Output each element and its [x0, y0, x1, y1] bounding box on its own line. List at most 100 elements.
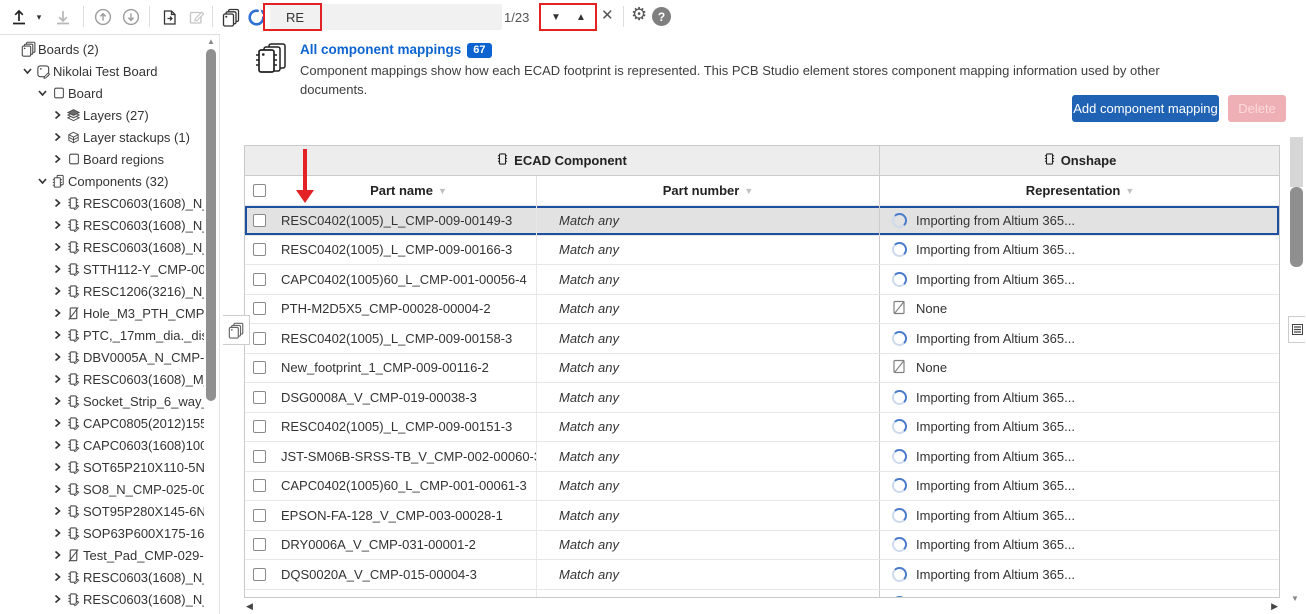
row-checkbox[interactable] [253, 538, 266, 551]
chevron-right-icon[interactable] [50, 308, 64, 318]
chevron-right-icon[interactable] [50, 528, 64, 538]
select-all-checkbox[interactable] [253, 184, 266, 197]
chevron-right-icon[interactable] [50, 264, 64, 274]
table-row[interactable]: RESC0402(1005)_L_CMP-009-00151-3 Match a… [245, 412, 1279, 442]
table-row[interactable]: CAPC0402(1005)60_L_CMP-001-00061-3 Match… [245, 471, 1279, 501]
column-header-part-name[interactable]: Part name ▼ [281, 176, 536, 205]
chevron-right-icon[interactable] [50, 242, 64, 252]
scroll-right-arrow[interactable]: ▶ [1271, 601, 1278, 612]
scroll-down-arrow[interactable]: ▼ [1291, 594, 1299, 603]
tree-item[interactable]: SO8_N_CMP-025-000... [0, 478, 204, 500]
sidebar-scrollbar-up-arrow[interactable]: ▲ [204, 37, 218, 46]
row-checkbox[interactable] [253, 420, 266, 433]
upload-icon[interactable] [8, 7, 30, 27]
chevron-right-icon[interactable] [50, 154, 64, 164]
tree-item[interactable]: RESC0603(1608)_M_C... [0, 368, 204, 390]
tree-item[interactable]: Hole_M3_PTH_CMP-0... [0, 302, 204, 324]
tree-item[interactable]: Layers (27) [0, 104, 204, 126]
tree-item[interactable]: RESC0603(1608)_N_C... [0, 588, 204, 610]
row-checkbox[interactable] [253, 568, 266, 581]
chevron-right-icon[interactable] [50, 374, 64, 384]
copy-icon[interactable] [158, 7, 180, 27]
horizontal-scrollbar[interactable]: ◀ ▶ [244, 599, 1280, 613]
vertical-scrollbar-track[interactable] [1290, 137, 1303, 187]
chevron-down-icon[interactable] [20, 66, 34, 76]
chevron-right-icon[interactable] [50, 572, 64, 582]
tree-item[interactable]: Socket_Strip_6_way_(... [0, 390, 204, 412]
row-checkbox[interactable] [253, 479, 266, 492]
chevron-right-icon[interactable] [50, 484, 64, 494]
vertical-scrollbar-thumb[interactable] [1290, 187, 1303, 267]
chevron-right-icon[interactable] [50, 286, 64, 296]
chevron-right-icon[interactable] [50, 418, 64, 428]
tree-item[interactable]: CAPC0603(1608)100_... [0, 434, 204, 456]
row-checkbox[interactable] [253, 332, 266, 345]
table-row[interactable]: PTH-M2D5X5_CMP-00028-00004-2 Match any N… [245, 294, 1279, 324]
row-checkbox[interactable] [253, 597, 266, 598]
chevron-down-icon[interactable] [35, 176, 49, 186]
dropdown-caret-icon[interactable]: ▾ [33, 7, 45, 27]
table-row[interactable]: JST-SM06B-SRSS-TB_V_CMP-002-00060-3 Matc… [245, 441, 1279, 471]
gear-icon[interactable]: ⚙ [631, 4, 647, 25]
promote-up-icon[interactable] [92, 7, 114, 27]
row-checkbox[interactable] [253, 243, 266, 256]
tree-item[interactable]: Board regions [0, 148, 204, 170]
chevron-right-icon[interactable] [50, 110, 64, 120]
scroll-left-arrow[interactable]: ◀ [246, 601, 253, 612]
row-checkbox[interactable] [253, 391, 266, 404]
tree-item[interactable]: RESC0603(1608)_N_C... [0, 236, 204, 258]
table-row[interactable]: RESC0402(1005)_L_CMP-009-00166-3 Match a… [245, 235, 1279, 265]
help-icon[interactable]: ? [652, 7, 671, 26]
tree-item[interactable]: Board [0, 82, 204, 104]
tree-item[interactable]: RESC0603(1608)_N_C... [0, 566, 204, 588]
row-checkbox[interactable] [253, 450, 266, 463]
edit-icon[interactable] [186, 7, 208, 27]
tree-item[interactable]: CAPC0805(2012)155_... [0, 412, 204, 434]
boards-panel-tab[interactable] [223, 315, 250, 345]
table-row[interactable]: CAPC0402(1005)60_L_CMP-001-00056-4 Match… [245, 264, 1279, 294]
row-checkbox[interactable] [253, 302, 266, 315]
table-row[interactable]: DSG0008A_V_CMP-019-00038-3 Match any Imp… [245, 382, 1279, 412]
table-row[interactable]: RESC0402(1005)_L_CMP-009-00149-3 Match a… [245, 205, 1279, 235]
chevron-right-icon[interactable] [50, 440, 64, 450]
table-row[interactable]: RESC0402(1005)_L_CMP-009-00158-3 Match a… [245, 323, 1279, 353]
chevron-right-icon[interactable] [50, 550, 64, 560]
row-checkbox[interactable] [253, 214, 266, 227]
tree-item[interactable]: RESC0603(1608)_N_C... [0, 214, 204, 236]
tree-item[interactable]: RESC0603(1608)_N_C... [0, 192, 204, 214]
tree-item[interactable]: SOP63P600X175-16N... [0, 522, 204, 544]
column-header-representation[interactable]: Representation ▼ [879, 176, 1280, 205]
chevron-down-icon[interactable] [35, 88, 49, 98]
chevron-right-icon[interactable] [50, 198, 64, 208]
chevron-right-icon[interactable] [50, 330, 64, 340]
tree-item[interactable]: Nikolai Test Board [0, 60, 204, 82]
tree-item[interactable]: PTC,_17mm_dia._disc,... [0, 324, 204, 346]
tree-item[interactable]: RESC1206(3216)_N_C... [0, 280, 204, 302]
table-row[interactable]: New_footprint_1_CMP-009-00116-2 Match an… [245, 353, 1279, 383]
row-checkbox[interactable] [253, 361, 266, 374]
tree-item[interactable]: Test_Pad_CMP-029-0... [0, 544, 204, 566]
table-row[interactable]: DQS0020A_V_CMP-015-00004-3 Match any Imp… [245, 559, 1279, 589]
chevron-right-icon[interactable] [50, 594, 64, 604]
tree-item[interactable]: DBV0005A_N_CMP-01... [0, 346, 204, 368]
chevron-right-icon[interactable] [50, 462, 64, 472]
tree-item[interactable]: STTH112-Y_CMP-000... [0, 258, 204, 280]
table-row[interactable] [245, 589, 1279, 599]
promote-down-icon[interactable] [120, 7, 142, 27]
column-header-part-number[interactable]: Part number ▼ [536, 176, 879, 205]
tree-item[interactable]: Boards (2) [0, 38, 204, 60]
download-icon[interactable] [52, 7, 74, 27]
tree-item[interactable]: Components (32) [0, 170, 204, 192]
delete-button[interactable]: Delete [1228, 95, 1286, 122]
tree-item[interactable]: SOT95P280X145-6N_... [0, 500, 204, 522]
tree-item[interactable]: Layer stackups (1) [0, 126, 204, 148]
chevron-right-icon[interactable] [50, 132, 64, 142]
boards-icon[interactable] [219, 7, 243, 27]
chevron-right-icon[interactable] [50, 352, 64, 362]
row-checkbox[interactable] [253, 509, 266, 522]
row-checkbox[interactable] [253, 273, 266, 286]
table-row[interactable]: DRY0006A_V_CMP-031-00001-2 Match any Imp… [245, 530, 1279, 560]
tree-item[interactable]: SOT65P210X110-5N_... [0, 456, 204, 478]
chevron-right-icon[interactable] [50, 220, 64, 230]
chevron-right-icon[interactable] [50, 506, 64, 516]
